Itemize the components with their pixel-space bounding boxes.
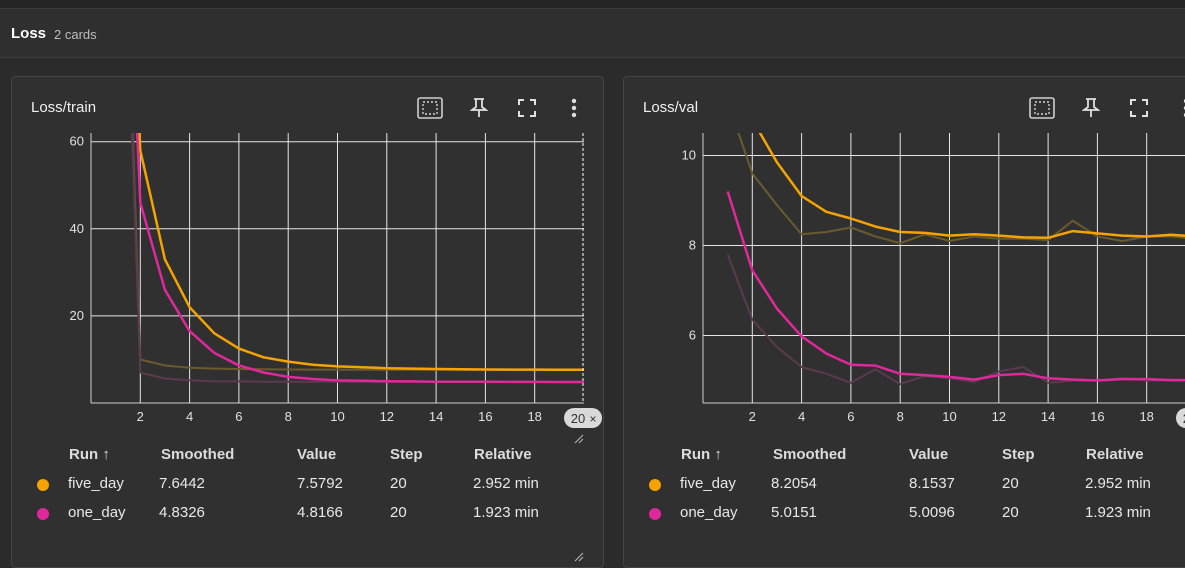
line-chart[interactable]: 24681012141618681020× xyxy=(624,77,1185,447)
y-tick-label: 20 xyxy=(70,308,84,323)
group-card-count: 2 cards xyxy=(54,27,97,42)
x-tick-label: 6 xyxy=(847,409,854,424)
header-run[interactable]: Run ↑ xyxy=(681,446,722,463)
run-color-dot[interactable] xyxy=(649,479,661,491)
x-tick-label: 8 xyxy=(285,409,292,424)
resize-handle[interactable] xyxy=(574,549,584,562)
smoothed-value: 4.8326 xyxy=(159,504,205,521)
x-tick-label: 18 xyxy=(1139,409,1153,424)
step: 20 xyxy=(390,475,407,492)
y-tick-label: 60 xyxy=(70,134,84,149)
series-line-one_day-raw xyxy=(130,133,584,383)
header-value[interactable]: Value xyxy=(909,446,948,463)
series-line-one_day-smoothed xyxy=(135,133,584,384)
x-tick-label: 18 xyxy=(527,409,541,424)
step: 20 xyxy=(390,504,407,521)
table-row: one_day 5.0151 5.0096 20 1.923 min xyxy=(624,504,1185,530)
run-name: one_day xyxy=(68,504,126,521)
x-tick-label: 2 xyxy=(749,409,756,424)
step: 20 xyxy=(1002,504,1019,521)
y-tick-label: 40 xyxy=(70,221,84,236)
scalar-card-loss-train: Loss/train 2 4 6 8 10 12 14 16 18 20 40 60 20 × Run ↑… xyxy=(11,76,604,568)
smoothed-value: 5.0151 xyxy=(771,504,817,521)
header-run[interactable]: Run ↑ xyxy=(69,446,110,463)
line-chart[interactable]: 2 4 6 8 10 12 14 16 18 20 40 60 20 × xyxy=(12,77,603,447)
value: 5.0096 xyxy=(909,504,955,521)
close-icon: × xyxy=(589,412,596,426)
x-tick-label: 14 xyxy=(429,409,443,424)
series-line-one_day-raw xyxy=(726,254,1185,386)
run-name: five_day xyxy=(680,475,736,492)
header-step[interactable]: Step xyxy=(390,446,423,463)
run-color-dot[interactable] xyxy=(37,508,49,520)
header-relative[interactable]: Relative xyxy=(1086,446,1144,463)
value: 4.8166 xyxy=(297,504,343,521)
y-tick-label: 10 xyxy=(682,148,696,163)
value: 7.5792 xyxy=(297,475,343,492)
header-relative[interactable]: Relative xyxy=(474,446,532,463)
x-tick-label: 12 xyxy=(380,409,394,424)
table-row: five_day 7.6442 7.5792 20 2.952 min xyxy=(12,475,603,501)
step: 20 xyxy=(1002,475,1019,492)
run-name: one_day xyxy=(680,504,738,521)
x-tick-label: 16 xyxy=(1090,409,1104,424)
run-color-dot[interactable] xyxy=(37,479,49,491)
x-tick-label: 6 xyxy=(235,409,242,424)
top-bar xyxy=(0,0,1185,9)
group-title: Loss xyxy=(11,25,47,42)
resize-icon xyxy=(574,434,584,444)
step-marker-label: 20 xyxy=(571,411,585,426)
resize-handle[interactable] xyxy=(574,431,584,444)
x-tick-label: 4 xyxy=(186,409,193,424)
header-value[interactable]: Value xyxy=(297,446,336,463)
series-line-one_day-smoothed xyxy=(726,191,1185,382)
resize-icon xyxy=(574,552,584,562)
table-row: five_day 8.2054 8.1537 20 2.952 min xyxy=(624,475,1185,501)
relative-time: 2.952 min xyxy=(1085,475,1151,492)
run-name: five_day xyxy=(68,475,124,492)
y-tick-label: 8 xyxy=(689,238,696,253)
y-tick-label: 6 xyxy=(689,328,696,343)
value: 8.1537 xyxy=(909,475,955,492)
x-tick-label: 12 xyxy=(992,409,1006,424)
series-line-five_day-smoothed xyxy=(758,133,1185,240)
header-smoothed[interactable]: Smoothed xyxy=(161,446,234,463)
card-group-header[interactable]: Loss 2 cards xyxy=(0,9,1185,58)
relative-time: 2.952 min xyxy=(473,475,539,492)
smoothed-value: 8.2054 xyxy=(771,475,817,492)
header-smoothed[interactable]: Smoothed xyxy=(773,446,846,463)
table-row: one_day 4.8326 4.8166 20 1.923 min xyxy=(12,504,603,530)
series-line-five_day-raw xyxy=(737,133,1185,245)
relative-time: 1.923 min xyxy=(1085,504,1151,521)
x-tick-label: 2 xyxy=(137,409,144,424)
relative-time: 1.923 min xyxy=(473,504,539,521)
smoothed-value: 7.6442 xyxy=(159,475,205,492)
run-color-dot[interactable] xyxy=(649,508,661,520)
x-tick-label: 16 xyxy=(478,409,492,424)
x-tick-label: 10 xyxy=(330,409,344,424)
x-tick-label: 10 xyxy=(942,409,956,424)
x-tick-label: 8 xyxy=(897,409,904,424)
x-tick-label: 4 xyxy=(798,409,805,424)
scalar-card-loss-val: Loss/val 24681012141618681020× Run ↑ Smo… xyxy=(623,76,1185,568)
header-step[interactable]: Step xyxy=(1002,446,1035,463)
x-tick-label: 14 xyxy=(1041,409,1055,424)
